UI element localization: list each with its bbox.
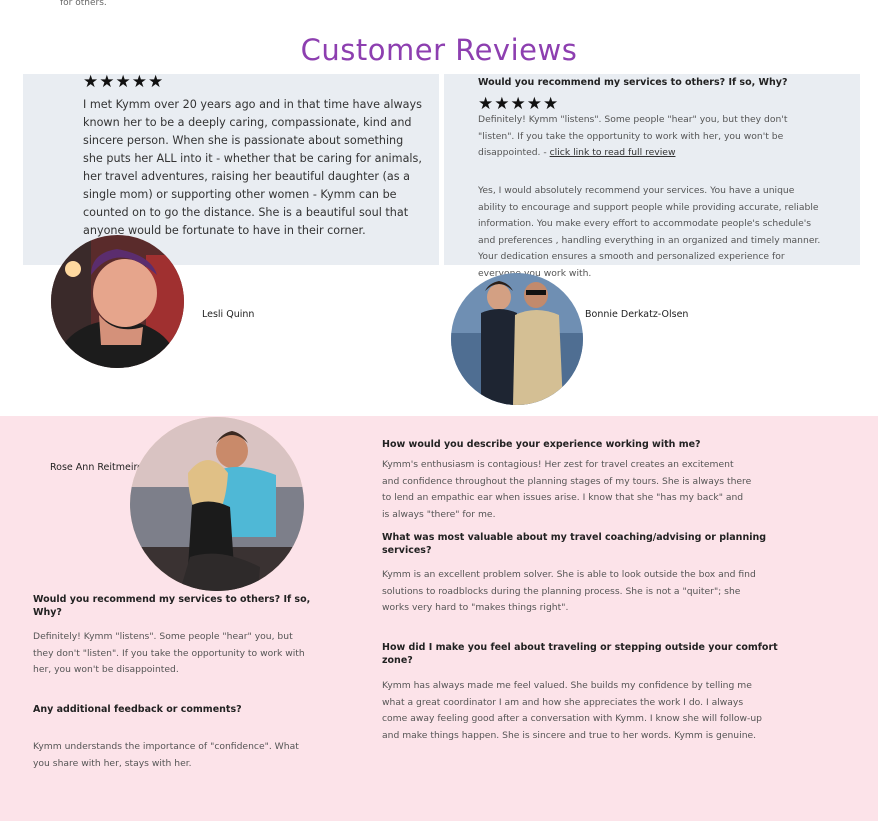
- review-text: I met Kymm over 20 years ago and in that…: [83, 98, 422, 237]
- question: How would you describe your experience w…: [382, 439, 701, 450]
- star-rating: ★★★★★: [478, 94, 560, 114]
- reviewer-name: Bonnie Derkatz-Olsen: [585, 309, 689, 320]
- review-text-full: Yes, I would absolutely recommend your s…: [478, 185, 821, 279]
- reviewer-photo-bonnie: [451, 273, 583, 405]
- answer: Kymm's enthusiasm is contagious! Her zes…: [382, 459, 752, 520]
- reviewer-photo-rose: [130, 417, 304, 591]
- question: How did I make you feel about traveling …: [382, 642, 778, 666]
- reviewer-photo-lesli: [51, 235, 184, 368]
- page-title: Customer Reviews: [300, 33, 578, 67]
- answer: Kymm is an excellent problem solver. She…: [382, 569, 756, 613]
- previous-section-snippet: for others.: [60, 0, 107, 8]
- review-text: Definitely! Kymm "listens". Some people …: [478, 114, 788, 158]
- question: Any additional feedback or comments?: [33, 704, 242, 715]
- answer: Definitely! Kymm "listens". Some people …: [33, 631, 305, 675]
- reviewer-name: Rose Ann Reitmeirer: [50, 462, 147, 473]
- read-full-review-link[interactable]: click link to read full review: [550, 147, 676, 158]
- question: What was most valuable about my travel c…: [382, 532, 767, 556]
- question: Would you recommend my services to other…: [33, 594, 311, 618]
- reviewer-name: Lesli Quinn: [202, 309, 255, 320]
- review-question: Would you recommend my services to other…: [478, 77, 788, 88]
- answer: Kymm understands the importance of "conf…: [33, 741, 299, 769]
- answer: Kymm has always made me feel valued. She…: [382, 680, 762, 741]
- star-rating: ★★★★★: [83, 72, 165, 92]
